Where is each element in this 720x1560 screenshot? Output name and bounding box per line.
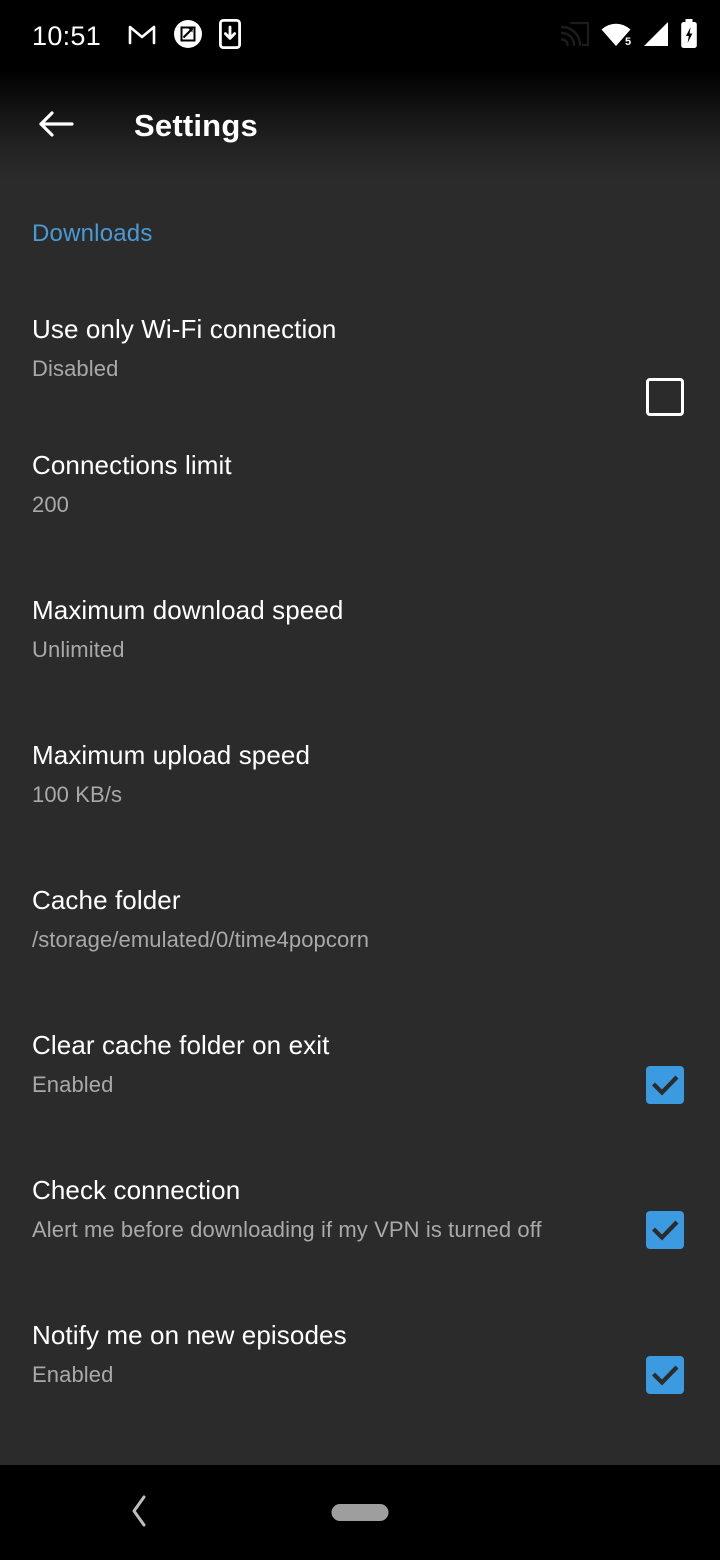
- pref-check-connection[interactable]: Check connection Alert me before downloa…: [0, 1141, 720, 1286]
- app-toolbar: Settings: [0, 72, 720, 180]
- pref-summary: Alert me before downloading if my VPN is…: [32, 1217, 542, 1242]
- arrow-left-icon: [38, 109, 74, 144]
- status-bar-notification-icons: [127, 18, 242, 54]
- toolbar-back-button[interactable]: [28, 98, 84, 154]
- pref-title: Notify me on new episodes: [32, 1320, 347, 1350]
- pref-title: Clear cache folder on exit: [32, 1030, 330, 1060]
- gmail-icon: [127, 21, 157, 52]
- pref-title: Maximum upload speed: [32, 740, 311, 770]
- pref-text: Cache folder /storage/emulated/0/time4po…: [32, 883, 688, 955]
- page-title: Settings: [134, 108, 258, 143]
- pref-text: Maximum upload speed 100 KB/s: [32, 738, 688, 810]
- pref-control[interactable]: [642, 312, 688, 416]
- pref-title: Check connection: [32, 1175, 241, 1205]
- phone-screen: 10:51 5 Settings Downloads Use only Wi-F…: [0, 0, 720, 1560]
- pref-summary: Enabled: [32, 1362, 114, 1387]
- checkbox-checked-icon[interactable]: [646, 1356, 684, 1394]
- pref-text: Maximum download speed Unlimited: [32, 593, 688, 665]
- pref-clear-cache-folder-on-exit[interactable]: Clear cache folder on exit Enabled: [0, 996, 720, 1141]
- app-download-icon: [219, 18, 242, 54]
- pref-title: Use only Wi-Fi connection: [32, 314, 337, 344]
- screenshot-markup-icon: [173, 19, 203, 54]
- pref-title: Maximum download speed: [32, 595, 344, 625]
- pref-title: Cache folder: [32, 885, 181, 915]
- cellular-signal-icon: [642, 21, 670, 52]
- pref-text: Check connection Alert me before downloa…: [32, 1173, 642, 1245]
- gesture-pill[interactable]: [331, 1504, 389, 1521]
- settings-list[interactable]: Downloads Use only Wi-Fi connection Disa…: [0, 180, 720, 1465]
- pref-maximum-upload-speed[interactable]: Maximum upload speed 100 KB/s: [0, 706, 720, 851]
- pref-control[interactable]: [642, 1173, 688, 1249]
- pref-text: Clear cache folder on exit Enabled: [32, 1028, 642, 1100]
- checkbox-unchecked-icon[interactable]: [646, 378, 684, 416]
- pref-cache-folder[interactable]: Cache folder /storage/emulated/0/time4po…: [0, 851, 720, 996]
- chevron-left-icon: [129, 1494, 151, 1533]
- pref-use-only-wifi[interactable]: Use only Wi-Fi connection Disabled: [0, 248, 720, 416]
- status-bar-clock: 10:51: [32, 20, 102, 51]
- pref-maximum-download-speed[interactable]: Maximum download speed Unlimited: [0, 561, 720, 706]
- pref-text: Use only Wi-Fi connection Disabled: [32, 312, 642, 384]
- pref-notify-me-on-new-episodes[interactable]: Notify me on new episodes Enabled: [0, 1286, 720, 1431]
- nav-back-button[interactable]: [118, 1491, 162, 1535]
- system-navigation-bar: [0, 1465, 720, 1560]
- pref-summary: Disabled: [32, 356, 119, 381]
- checkbox-checked-icon[interactable]: [646, 1211, 684, 1249]
- wifi-icon: 5: [600, 21, 632, 52]
- section-header-downloads: Downloads: [32, 220, 153, 247]
- pref-text: Notify me on new episodes Enabled: [32, 1318, 642, 1390]
- checkbox-checked-icon[interactable]: [646, 1066, 684, 1104]
- status-bar: 10:51 5: [0, 0, 720, 72]
- pref-control[interactable]: [642, 1028, 688, 1104]
- pref-summary: 200: [32, 492, 70, 517]
- svg-text:5: 5: [625, 36, 631, 47]
- pref-connections-limit[interactable]: Connections limit 200: [0, 416, 720, 561]
- battery-charging-icon: [680, 18, 698, 54]
- pref-summary: /storage/emulated/0/time4popcorn: [32, 927, 370, 952]
- pref-text: Connections limit 200: [32, 448, 688, 520]
- pref-title: Connections limit: [32, 450, 232, 480]
- status-bar-system-icons: 5: [560, 18, 698, 54]
- pref-summary: Unlimited: [32, 637, 125, 662]
- pref-control[interactable]: [642, 1318, 688, 1394]
- pref-summary: 100 KB/s: [32, 782, 123, 807]
- cast-icon: [560, 21, 590, 52]
- pref-summary: Enabled: [32, 1072, 114, 1097]
